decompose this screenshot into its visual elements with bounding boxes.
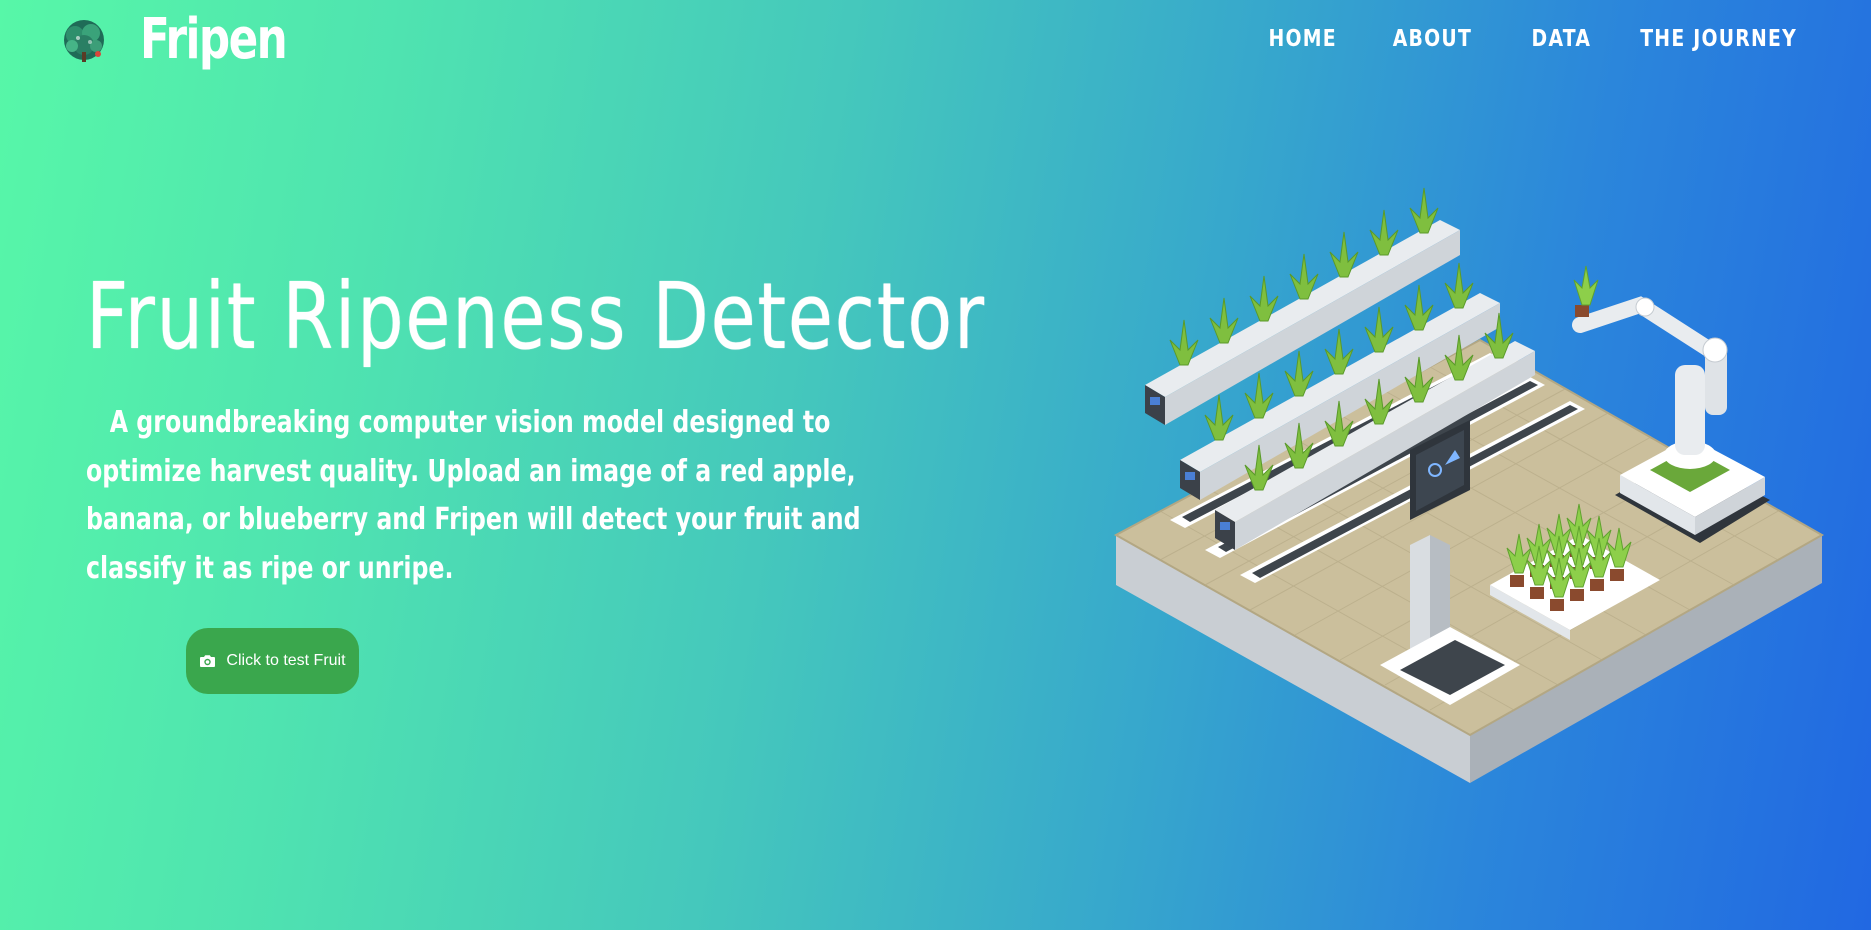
test-fruit-button-label: Click to test Fruit [226, 652, 346, 669]
nav-the-journey[interactable]: THE JOURNEY [1640, 22, 1797, 56]
camera-icon [199, 654, 216, 668]
test-fruit-button[interactable]: Click to test Fruit [186, 628, 359, 694]
nav-home[interactable]: HOME [1269, 22, 1337, 56]
hero-description: A groundbreaking computer vision model d… [86, 405, 861, 586]
tree-logo-icon[interactable] [60, 18, 108, 64]
nav-about[interactable]: ABOUT [1392, 22, 1471, 56]
nav-data[interactable]: DATA [1531, 22, 1591, 56]
hero-title: Fruit Ripeness Detector [86, 263, 986, 370]
nav-links: HOME ABOUT DATA THE JOURNEY [1243, 22, 1816, 56]
brand-name[interactable]: Fripen [140, 4, 288, 76]
navbar: Fripen HOME ABOUT DATA THE JOURNEY [0, 0, 1871, 80]
vertical-farm-illustration [1110, 165, 1835, 795]
